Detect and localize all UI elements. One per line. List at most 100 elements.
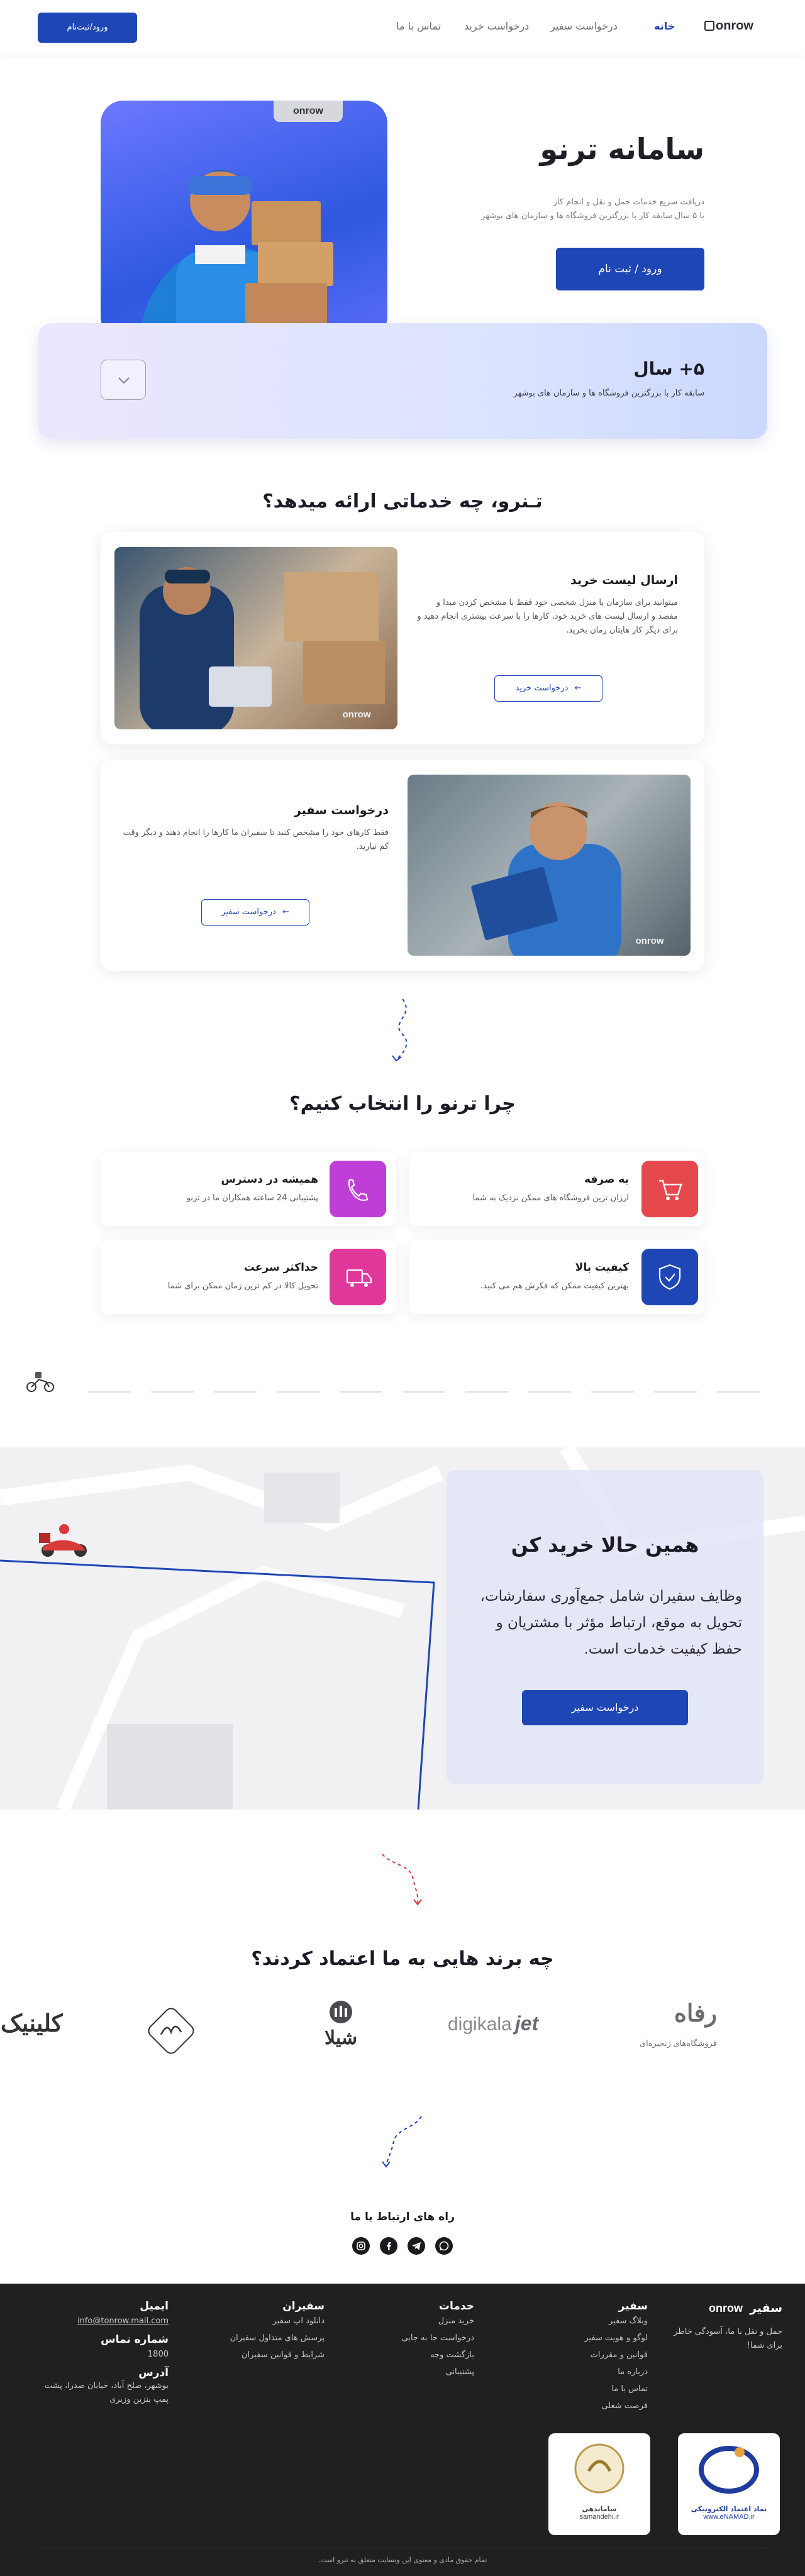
site-header: onrow خانه درخواست سفیر درخواست خرید تما…	[0, 0, 805, 55]
service-desc-purchase: میتوانید برای سازمان یا منزل شخصی خود فق…	[417, 598, 678, 635]
promo-text: وظایف سفیران شامل جمع‌آوری سفارشات، تحوی…	[480, 1588, 742, 1657]
footer-column-services: خدمات خرید منزل درخواست جا به جایی بازگش…	[377, 2300, 474, 2380]
request-purchase-button[interactable]: درخواست خرید ←	[494, 675, 602, 702]
enamad-url: www.eNAMAD.ir	[703, 2513, 755, 2521]
phone-value[interactable]: 1800	[38, 2346, 169, 2363]
enamad-logo-icon	[699, 2446, 759, 2494]
footer-column-title: خدمات	[438, 2300, 474, 2313]
phone-icon	[330, 1161, 386, 1217]
services-title: تـنرو، چه خدماتی ارائه میدهد؟	[262, 490, 543, 512]
service-card-purchase: onrow ارسال لیست خرید میتوانید برای سازم…	[101, 532, 704, 744]
facebook-icon[interactable]	[380, 2237, 397, 2255]
brands-title: چه برند هایی به ما اعتماد کردند؟	[251, 1948, 554, 1970]
footer-link[interactable]: پرسش های متداول سفیران	[214, 2330, 325, 2347]
nav-request-purchase[interactable]: درخواست خرید	[464, 20, 529, 32]
samandehi-badge[interactable]: ساماندهی samandehi.ir	[548, 2433, 650, 2535]
telegram-icon[interactable]	[408, 2237, 425, 2255]
whatsapp-icon[interactable]	[435, 2237, 453, 2255]
email-link[interactable]: info@tonrow.mail.com	[38, 2313, 169, 2330]
service-title-purchase: ارسال لیست خرید	[570, 573, 678, 587]
social-links	[350, 2237, 455, 2256]
why-title: چرا ترنو را انتخاب کنیم؟	[289, 1093, 516, 1115]
footer-link[interactable]: درباره ما	[553, 2363, 648, 2380]
nav-home[interactable]: خانه	[654, 20, 675, 32]
site-footer: سفیر onrow حمل و نقل با ما، آسودگی خاطر …	[0, 2284, 805, 2576]
footer-link[interactable]: درخواست جا به جایی	[377, 2330, 474, 2347]
logo-text: onrow	[716, 19, 753, 33]
logo[interactable]: onrow	[704, 19, 753, 33]
footer-link[interactable]: لوگو و هویت سفیر	[553, 2330, 648, 2347]
footer-link[interactable]: دانلود اپ سفیر	[214, 2313, 325, 2330]
shield-check-icon	[641, 1249, 698, 1305]
delivery-icon	[330, 1249, 386, 1305]
footer-link[interactable]: شرایط و قوانین سفیران	[214, 2347, 325, 2363]
calligraphy-seal-icon	[148, 2008, 194, 2054]
feature-title: حداکثر سرعت	[243, 1261, 318, 1274]
footer-link[interactable]: خرید منزل	[377, 2313, 474, 2330]
footer-link[interactable]: بازگشت وجه	[377, 2347, 474, 2363]
feature-card-affordable: به صرفه ارزان ترین فروشگاه های ممکن نزدی…	[409, 1152, 704, 1226]
footer-link[interactable]: قوانین و مقررات	[553, 2347, 648, 2363]
footer-contact-info: ایمیل info@tonrow.mail.com شماره تماس 18…	[38, 2300, 169, 2407]
footer-column-couriers: سفیران دانلود اپ سفیر پرسش های متداول سف…	[214, 2300, 325, 2363]
feature-card-available: همیشه در دسترس پشتیبانی 24 ساعته همکاران…	[101, 1152, 396, 1226]
enamad-badge[interactable]: نماد اعتماد الکترونیکی www.eNAMAD.ir	[678, 2433, 780, 2535]
feature-title: به صرفه	[584, 1173, 629, 1186]
footer-link[interactable]: وبلاگ سفیر	[553, 2313, 648, 2330]
brand-shila-text: شیلا	[324, 2028, 358, 2048]
brand-jet-text: jet	[514, 2012, 539, 2035]
nav-contact[interactable]: تماس با ما	[396, 20, 441, 32]
samandehi-logo-icon	[574, 2443, 625, 2494]
photo-logo-badge: onrow	[635, 936, 664, 946]
address-label: آدرس	[138, 2367, 169, 2379]
road-dashes	[88, 1391, 767, 1393]
cart-icon	[641, 1161, 698, 1217]
brand-refah-caption: فروشگاه‌های زنجیره‌ای	[639, 2038, 717, 2048]
samandehi-title: ساماندهی	[582, 2505, 617, 2513]
footer-link[interactable]: پشتیبانی	[377, 2363, 474, 2380]
dashed-arrow-icon	[382, 1854, 422, 1906]
feature-card-quality: کیفیت بالا بهترین کیفیت ممکن که فکرش هم …	[409, 1240, 704, 1314]
footer-brand-desc: حمل و نقل با ما، آسودگی خاطر برای شما!	[674, 2327, 782, 2350]
footer-column-title: سفیر	[618, 2300, 648, 2313]
brand-refah: رفاه فروشگاه‌های زنجیره‌ای	[623, 1997, 717, 2060]
scooter-icon	[26, 1372, 54, 1392]
footer-link[interactable]: تماس با ما	[553, 2380, 648, 2397]
footer-logo: onrow	[708, 2302, 743, 2314]
hero-photo: onrow	[101, 101, 387, 340]
feature-desc: تحویل کالا در کم ترین زمان ممکن برای شما	[167, 1281, 318, 1291]
instagram-icon[interactable]	[352, 2237, 370, 2255]
stats-caption: سابقه کار با بزرگترین فروشگاه ها و سازما…	[513, 389, 704, 398]
samandehi-url: samandehi.ir	[579, 2513, 619, 2521]
promo-map: همین حالا خرید کن وظایف سفیران شامل جمع‌…	[0, 1447, 805, 1810]
feature-desc: بهترین کیفیت ممکن که فکرش هم می کنید.	[480, 1281, 629, 1291]
contact-title: راه های ارتباط با ما	[350, 2211, 455, 2223]
stats-band	[38, 323, 767, 439]
login-button[interactable]: ورود/ثبت‌نام	[38, 13, 137, 43]
brand-clinic: کلینیک	[0, 2009, 63, 2047]
delivery-scooter-icon	[39, 1524, 87, 1557]
service-desc-courier: فقط کارهای خود را مشخص کنید تا سفیران ما…	[123, 828, 389, 851]
service-card-courier: onrow درخواست سفیر فقط کارهای خود را مشخ…	[101, 760, 704, 971]
hero-cta-button[interactable]: ورود / ثبت نام	[556, 248, 704, 290]
brand-refah-logo: رفاه	[674, 2001, 717, 2027]
footer-link[interactable]: فرصت شغلی	[553, 2397, 648, 2414]
feature-title: کیفیت بالا	[575, 1261, 629, 1274]
arrow-left-icon: ←	[282, 907, 289, 917]
enamad-title: نماد اعتماد الکترونیکی	[691, 2505, 767, 2513]
hero-subtitle-2: با ۵ سال سابقه کار با بزرگترین فروشگاه ه…	[481, 211, 704, 221]
feature-desc: پشتیبانی 24 ساعته همکاران ما در ترنو	[186, 1193, 318, 1203]
nav-request-courier[interactable]: درخواست سفیر	[550, 20, 618, 32]
hero-subtitle-1: دریافت سریع خدمات حمل و نقل و انجام کار	[553, 197, 704, 207]
promo-title: همین حالا خرید کن	[511, 1533, 699, 1557]
scroll-down-button[interactable]	[101, 360, 146, 400]
worker-tablet-illustration	[140, 567, 385, 729]
request-courier-button[interactable]: درخواست سفیر ←	[201, 899, 309, 926]
phone-label: شماره تماس	[101, 2333, 169, 2346]
email-label: ایمیل	[140, 2300, 169, 2313]
request-courier-label: درخواست سفیر	[221, 907, 276, 917]
brand-clinic-text: کلینیک	[0, 2011, 63, 2037]
request-purchase-label: درخواست خرید	[515, 683, 569, 693]
chevron-down-icon	[118, 377, 130, 384]
promo-request-courier-button[interactable]: درخواست سفیر	[522, 1690, 688, 1725]
